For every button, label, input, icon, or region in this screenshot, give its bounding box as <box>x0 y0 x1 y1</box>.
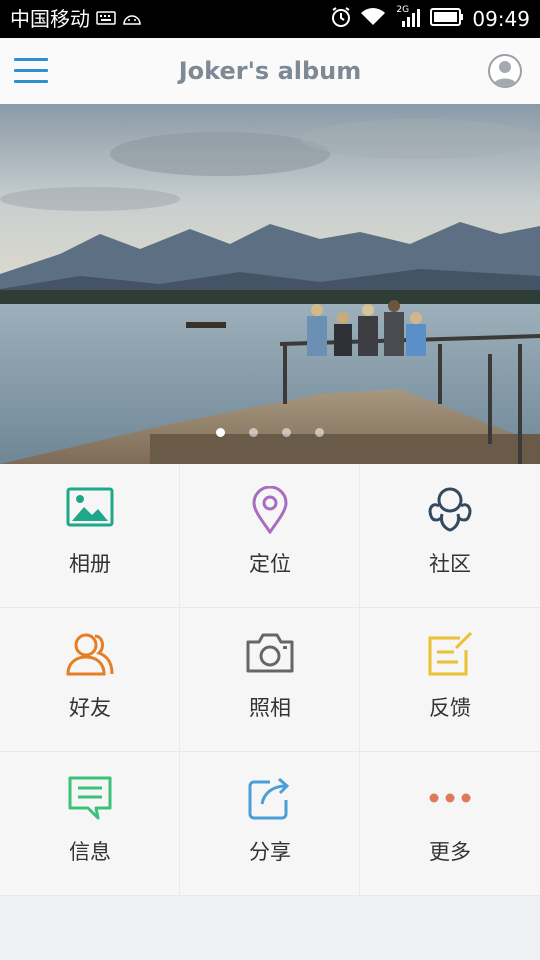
grid-item-share[interactable]: 分享 <box>180 752 360 896</box>
carousel-dot[interactable] <box>249 428 258 437</box>
carrier-name: 中国移动 <box>10 7 90 31</box>
grid-item-feedback[interactable]: 反馈 <box>360 608 540 752</box>
carousel-dot[interactable] <box>282 428 291 437</box>
grid-item-label: 信息 <box>69 840 111 864</box>
user-avatar-icon[interactable] <box>488 54 522 88</box>
grid-item-more[interactable]: 更多 <box>360 752 540 896</box>
banner-carousel[interactable] <box>0 104 540 464</box>
grid-item-label: 分享 <box>249 840 291 864</box>
android-icon <box>122 10 142 29</box>
grid-item-message[interactable]: 信息 <box>0 752 180 896</box>
share-icon <box>180 774 360 826</box>
hamburger-menu-icon[interactable] <box>14 56 50 86</box>
wifi-icon <box>360 7 386 31</box>
network-type: 2G <box>396 5 410 15</box>
status-bar: 中国移动 2G 09:49 <box>0 0 540 38</box>
page-title: Joker's album <box>178 57 362 85</box>
grid-item-community[interactable]: 社区 <box>360 464 540 608</box>
app-header: Joker's album <box>0 38 540 105</box>
grid-item-label: 社区 <box>429 552 471 576</box>
grid-item-label: 照相 <box>249 696 291 720</box>
grid-item-album[interactable]: 相册 <box>0 464 180 608</box>
friends-icon <box>0 630 180 682</box>
carousel-indicator <box>0 428 540 444</box>
message-icon <box>0 774 180 826</box>
camera-icon <box>180 630 360 682</box>
grid-item-label: 反馈 <box>429 696 471 720</box>
bottom-spacer <box>0 896 540 960</box>
grid-item-label: 定位 <box>249 552 291 576</box>
alarm-icon <box>330 6 352 32</box>
location-icon <box>180 486 360 538</box>
more-icon <box>360 774 540 826</box>
function-grid: 相册 定位 社区 好友 照相 反馈 信息 分享 更多 <box>0 464 540 896</box>
keyboard-icon <box>96 10 116 29</box>
grid-item-label: 更多 <box>429 840 471 864</box>
feedback-icon <box>360 630 540 682</box>
grid-item-location[interactable]: 定位 <box>180 464 360 608</box>
carousel-dot[interactable] <box>315 428 324 437</box>
grid-item-label: 好友 <box>69 696 111 720</box>
clock: 09:49 <box>472 7 530 31</box>
lake-pier-mountains-photo <box>0 104 540 464</box>
community-icon <box>360 486 540 538</box>
carousel-dot[interactable] <box>216 428 225 437</box>
grid-item-label: 相册 <box>69 552 111 576</box>
grid-item-friends[interactable]: 好友 <box>0 608 180 752</box>
grid-item-camera[interactable]: 照相 <box>180 608 360 752</box>
album-icon <box>0 486 180 538</box>
battery-icon <box>430 8 464 30</box>
signal-icon: 2G <box>394 5 422 31</box>
